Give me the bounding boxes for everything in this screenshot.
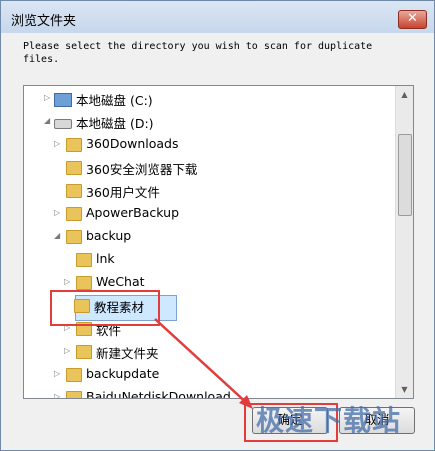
red-arrow-annotation xyxy=(154,318,253,409)
site-watermark: 极速下载站 xyxy=(256,404,402,437)
browse-folder-dialog: 浏览文件夹 ✕ Please select the directory you … xyxy=(0,0,435,451)
